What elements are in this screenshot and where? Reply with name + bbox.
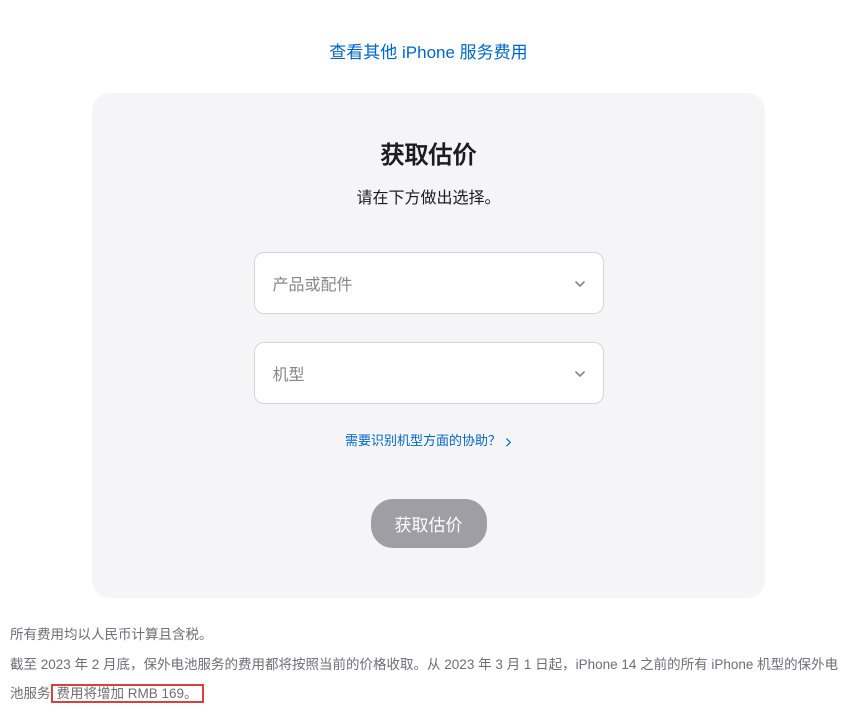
model-select-placeholder: 机型 bbox=[273, 367, 305, 384]
card-title: 获取估价 bbox=[132, 135, 725, 170]
estimate-card: 获取估价 请在下方做出选择。 产品或配件 机型 需要识别机型方面的协助？ bbox=[92, 93, 765, 598]
help-link-text: 需要识别机型方面的协助？ bbox=[345, 430, 501, 449]
top-link-text: 查看其他 iPhone 服务费用 bbox=[329, 43, 527, 62]
view-other-services-link[interactable]: 查看其他 iPhone 服务费用 bbox=[10, 10, 847, 93]
submit-button-label: 获取估价 bbox=[395, 516, 463, 535]
card-subtitle: 请在下方做出选择。 bbox=[132, 184, 725, 208]
model-select-wrapper: 机型 bbox=[254, 342, 604, 404]
model-select[interactable]: 机型 bbox=[254, 342, 604, 404]
footer-line-2: 截至 2023 年 2 月底，保外电池服务的费用都将按照当前的价格收取。从 20… bbox=[10, 650, 847, 709]
price-increase-highlight: 费用将增加 RMB 169。 bbox=[51, 684, 204, 703]
footer-text: 所有费用均以人民币计算且含税。 截至 2023 年 2 月底，保外电池服务的费用… bbox=[10, 598, 847, 709]
chevron-right-icon bbox=[505, 435, 512, 444]
product-select[interactable]: 产品或配件 bbox=[254, 252, 604, 314]
product-select-placeholder: 产品或配件 bbox=[273, 277, 353, 294]
get-estimate-button[interactable]: 获取估价 bbox=[371, 499, 487, 548]
identify-model-help-link[interactable]: 需要识别机型方面的协助？ bbox=[345, 430, 512, 449]
product-select-wrapper: 产品或配件 bbox=[254, 252, 604, 314]
footer-line-1: 所有费用均以人民币计算且含税。 bbox=[10, 620, 847, 650]
